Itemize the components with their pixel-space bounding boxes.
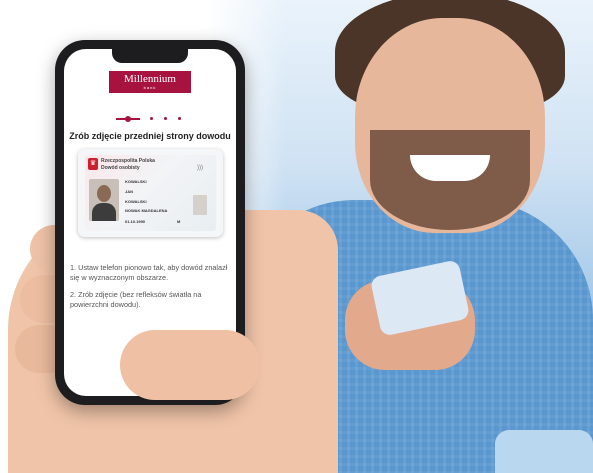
id-small-photo: [193, 195, 207, 215]
phone-notch: [112, 49, 188, 63]
id-country: Rzeczpospolita Polska: [101, 158, 155, 164]
id-photo-body: [92, 203, 116, 221]
cup: [495, 430, 593, 473]
step-dot: [164, 117, 167, 120]
logo-subtitle: bank: [143, 85, 157, 90]
step-dot: [178, 117, 181, 120]
instruction-step-1: 1. Ustaw telefon pionowo tak, aby dowód …: [70, 263, 228, 282]
eagle-emblem-icon: ♛: [88, 158, 98, 170]
id-sex: M: [177, 219, 181, 224]
id-card-sample: ♛ Rzeczpospolita Polska Dowód osobisty )…: [85, 155, 216, 231]
id-document-type: Dowód osobisty: [101, 165, 140, 171]
id-birth-date: 01.10.1990: [125, 219, 146, 224]
id-photo: [89, 179, 119, 221]
contactless-icon: ))): [197, 165, 203, 171]
logo-name: Millennium: [124, 73, 176, 85]
id-given-name: JAN: [125, 189, 134, 194]
step-progress-indicator: [114, 115, 186, 123]
step-dot-active: [125, 116, 131, 122]
thumb: [120, 330, 260, 400]
screen-title: Zrób zdjęcie przedniej strony dowodu: [69, 131, 231, 141]
id-photo-head: [97, 185, 111, 202]
millennium-logo: Millennium bank: [109, 71, 191, 93]
id-surname: KOWALSKI: [125, 179, 147, 184]
instruction-step-2: 2. Zrób zdjęcie (bez refleksów światła n…: [70, 290, 202, 309]
id-mother-maiden: NOWAK MAGDALENA: [125, 208, 168, 213]
step-dot: [150, 117, 153, 120]
id-parents-name: KOWALSKI: [125, 199, 147, 204]
id-card-frame: ♛ Rzeczpospolita Polska Dowód osobisty )…: [78, 149, 223, 237]
